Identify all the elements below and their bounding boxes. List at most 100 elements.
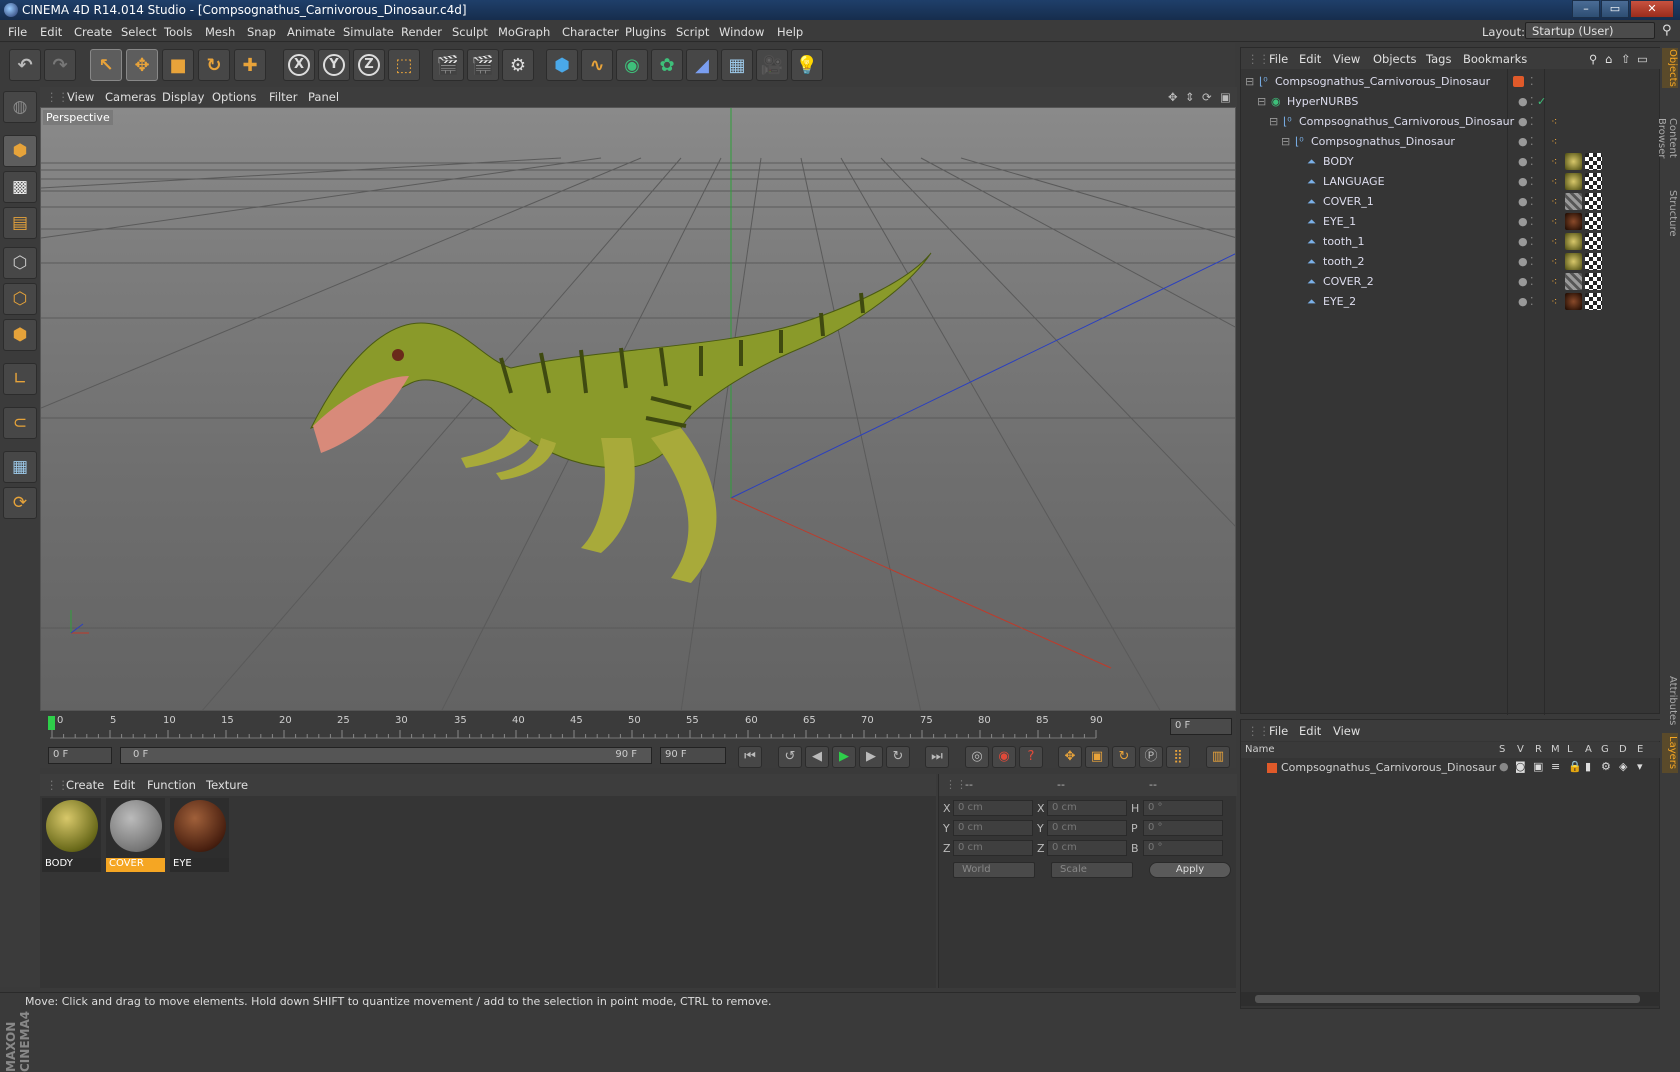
phong-tag-icon[interactable]: ⁖ <box>1551 215 1557 228</box>
minimize-button[interactable]: – <box>1572 0 1600 18</box>
timeline-window-icon[interactable]: ▥ <box>1206 746 1230 768</box>
previous-frame-icon[interactable]: ◀ <box>805 746 829 768</box>
material-tag-icon[interactable] <box>1565 213 1582 230</box>
visibility-dot-icon[interactable]: ● <box>1518 135 1528 148</box>
scrollbar-thumb[interactable] <box>1255 995 1640 1003</box>
uvw-tag-icon[interactable] <box>1585 153 1602 170</box>
next-frame-icon[interactable]: ▶ <box>859 746 883 768</box>
object-home-icon[interactable]: ⌂ <box>1605 52 1612 66</box>
visibility-dots-icon[interactable]: ⁚ <box>1530 175 1534 188</box>
visibility-dots-icon[interactable]: ⁚ <box>1530 215 1534 228</box>
material-menu-texture[interactable]: Texture <box>206 778 248 792</box>
uvw-tag-icon[interactable] <box>1585 293 1602 310</box>
tree-row[interactable]: ⏶ EYE_1 ● ⁚ ⁖ <box>1241 212 1661 232</box>
timeline-current-marker[interactable] <box>48 716 55 730</box>
menu-help[interactable]: Help <box>777 25 803 39</box>
visibility-dot-icon[interactable]: ● <box>1518 295 1528 308</box>
move-icon[interactable]: ✥ <box>126 49 158 81</box>
spline-icon[interactable]: ∿ <box>581 49 613 81</box>
menu-character[interactable]: Character <box>562 25 619 39</box>
z-axis-lock[interactable]: Z <box>353 49 385 81</box>
layout-select[interactable]: Startup (User) <box>1525 22 1655 39</box>
layer-scrollbar[interactable] <box>1241 992 1661 1006</box>
axis-mode-icon[interactable]: ∟ <box>3 363 37 395</box>
viewport-menu-view[interactable]: View <box>67 90 94 104</box>
key-pla-icon[interactable]: ⣿ <box>1166 746 1190 768</box>
phong-tag-icon[interactable]: ⁖ <box>1551 295 1557 308</box>
visibility-dots-icon[interactable]: ⁚ <box>1530 95 1534 108</box>
key-position-icon[interactable]: ✥ <box>1058 746 1082 768</box>
material-tag-icon[interactable] <box>1565 173 1582 190</box>
object-menu-view[interactable]: View <box>1333 52 1360 66</box>
uvw-tag-icon[interactable] <box>1585 213 1602 230</box>
rot-b-field[interactable]: 0 ° <box>1143 840 1223 856</box>
viewport-menu-display[interactable]: Display <box>162 90 204 104</box>
end-frame-field[interactable]: 90 F <box>660 747 726 764</box>
key-parameter-icon[interactable]: Ⓟ <box>1139 746 1163 768</box>
visibility-dots-icon[interactable]: ⁚ <box>1530 295 1534 308</box>
visibility-dots-icon[interactable]: ⁚ <box>1530 255 1534 268</box>
material-tag-icon[interactable] <box>1565 273 1582 290</box>
object-menu-objects[interactable]: Objects <box>1373 52 1416 66</box>
material-cover[interactable]: COVER <box>106 798 165 872</box>
viewport-move-icon[interactable]: ✥ <box>1168 90 1178 104</box>
phong-tag-icon[interactable]: ⁖ <box>1551 115 1557 128</box>
previous-key-icon[interactable]: ↺ <box>778 746 802 768</box>
cube-icon[interactable]: ⬢ <box>546 49 578 81</box>
layer-lock-icon[interactable]: 🔒 <box>1568 760 1582 773</box>
pos-z-field[interactable]: 0 cm <box>953 840 1033 856</box>
workplane-lock-icon[interactable]: ▦ <box>3 451 37 483</box>
light-icon[interactable]: 💡 <box>791 49 823 81</box>
phong-tag-icon[interactable]: ⁖ <box>1551 255 1557 268</box>
tree-row[interactable]: ⏶ EYE_2 ● ⁚ ⁖ <box>1241 292 1661 312</box>
menu-snap[interactable]: Snap <box>247 25 276 39</box>
size-y-field[interactable]: 0 cm <box>1047 820 1127 836</box>
visibility-dots-icon[interactable]: ⁚ <box>1530 195 1534 208</box>
viewport-maximize-icon[interactable]: ▣ <box>1220 90 1231 104</box>
material-tag-icon[interactable] <box>1565 233 1582 250</box>
menu-mesh[interactable]: Mesh <box>205 25 235 39</box>
visibility-dots-icon[interactable]: ⁚ <box>1530 155 1534 168</box>
tab-structure[interactable]: Structure <box>1662 188 1678 238</box>
material-tag-icon[interactable] <box>1565 293 1582 310</box>
go-to-start-icon[interactable]: ⏮ <box>738 746 762 768</box>
apply-button[interactable]: Apply <box>1149 862 1231 878</box>
material-body[interactable]: BODY <box>42 798 101 872</box>
material-menu-function[interactable]: Function <box>147 778 196 792</box>
render-settings-icon[interactable]: ⚙ <box>502 49 534 81</box>
viewport-menu-options[interactable]: Options <box>212 90 256 104</box>
layer-row[interactable]: Compsognathus_Carnivorous_Dinosaur ● ◙ ▣… <box>1241 759 1661 777</box>
visibility-dot-icon[interactable]: ● <box>1518 215 1528 228</box>
tab-attributes[interactable]: Attributes <box>1662 673 1678 728</box>
start-frame-field[interactable]: 0 F <box>48 747 112 764</box>
visibility-dot-icon[interactable]: ● <box>1518 175 1528 188</box>
visibility-dots-icon[interactable]: ⁚ <box>1530 235 1534 248</box>
visibility-dot-icon[interactable]: ● <box>1518 155 1528 168</box>
phong-tag-icon[interactable]: ⁖ <box>1551 175 1557 188</box>
autokey-icon[interactable]: ◉ <box>992 746 1016 768</box>
viewport-menu-panel[interactable]: Panel <box>308 90 339 104</box>
object-new-window-icon[interactable]: ▭ <box>1637 52 1648 66</box>
viewport-zoom-icon[interactable]: ⇕ <box>1185 90 1195 104</box>
viewport-perspective[interactable]: Perspective <box>40 107 1236 711</box>
render-picture-viewer-icon[interactable]: 🎬 <box>467 49 499 81</box>
menu-animate[interactable]: Animate <box>287 25 335 39</box>
edges-mode-icon[interactable]: ⬡ <box>3 283 37 315</box>
visibility-dots-icon[interactable]: ⁚ <box>1530 75 1534 88</box>
menu-mograph[interactable]: MoGraph <box>498 25 550 39</box>
model-mode-icon[interactable]: ⬢ <box>3 135 37 167</box>
layer-menu-view[interactable]: View <box>1333 724 1360 738</box>
tab-objects[interactable]: Objects <box>1662 48 1678 88</box>
menu-select[interactable]: Select <box>121 25 156 39</box>
visibility-dot-icon[interactable]: ● <box>1518 235 1528 248</box>
uvw-tag-icon[interactable] <box>1585 173 1602 190</box>
layer-manager-icon[interactable]: ≡ <box>1551 760 1560 773</box>
phong-tag-icon[interactable]: ⁖ <box>1551 275 1557 288</box>
menu-create[interactable]: Create <box>74 25 112 39</box>
workplane-mode-icon[interactable]: ▤ <box>3 207 37 239</box>
tree-row[interactable]: ⊟ ⌊⁰ Compsognathus_Dinosaur ● ⁚ ⁖ <box>1241 132 1661 152</box>
viewport-menu-cameras[interactable]: Cameras <box>105 90 156 104</box>
tree-row[interactable]: ⊟ ◉ HyperNURBS ● ⁚ ✓ <box>1241 92 1661 112</box>
points-mode-icon[interactable]: ⬡ <box>3 247 37 279</box>
rot-h-field[interactable]: 0 ° <box>1143 800 1223 816</box>
